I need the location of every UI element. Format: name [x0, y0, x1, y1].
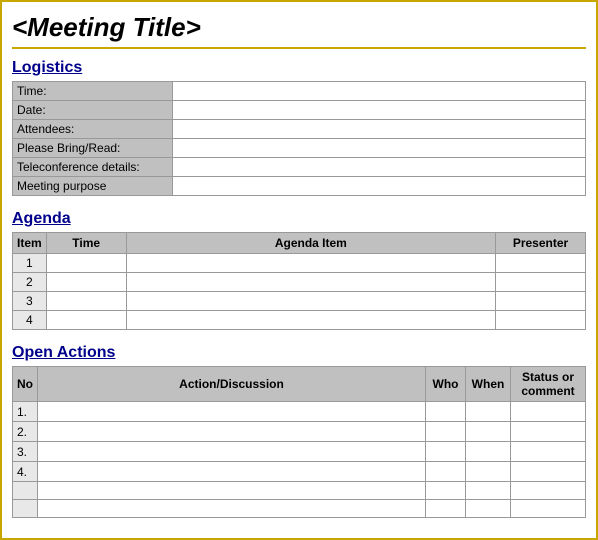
logistics-value[interactable] [173, 120, 586, 139]
agenda-time[interactable] [46, 292, 126, 311]
action-when[interactable] [466, 402, 511, 422]
agenda-row: 1 [13, 254, 586, 273]
agenda-col-time: Time [46, 233, 126, 254]
logistics-section-title: Logistics [12, 59, 586, 77]
actions-row: 1. [13, 402, 586, 422]
agenda-time[interactable] [46, 254, 126, 273]
action-when[interactable] [466, 422, 511, 442]
agenda-item-text[interactable] [126, 311, 495, 330]
logistics-label: Attendees: [13, 120, 173, 139]
agenda-row: 3 [13, 292, 586, 311]
action-text[interactable] [38, 482, 426, 500]
agenda-time[interactable] [46, 273, 126, 292]
actions-row: 4. [13, 462, 586, 482]
agenda-presenter[interactable] [496, 311, 586, 330]
action-text[interactable] [38, 422, 426, 442]
actions-row: 3. [13, 442, 586, 462]
action-who[interactable] [426, 500, 466, 518]
actions-col-no: No [13, 367, 38, 402]
action-status[interactable] [511, 500, 586, 518]
action-no: 2. [13, 422, 38, 442]
agenda-row: 4 [13, 311, 586, 330]
logistics-table: Time: Date: Attendees: Please Bring/Read… [12, 81, 586, 196]
agenda-item-text[interactable] [126, 292, 495, 311]
agenda-presenter[interactable] [496, 292, 586, 311]
action-text[interactable] [38, 462, 426, 482]
logistics-label: Time: [13, 82, 173, 101]
action-status[interactable] [511, 422, 586, 442]
action-text[interactable] [38, 442, 426, 462]
agenda-item-num: 4 [13, 311, 47, 330]
action-status[interactable] [511, 442, 586, 462]
action-no [13, 500, 38, 518]
agenda-row: 2 [13, 273, 586, 292]
logistics-row: Time: [13, 82, 586, 101]
logistics-label: Meeting purpose [13, 177, 173, 196]
action-who[interactable] [426, 482, 466, 500]
actions-row [13, 500, 586, 518]
action-text[interactable] [38, 500, 426, 518]
agenda-table: Item Time Agenda Item Presenter 1 2 3 4 [12, 232, 586, 330]
logistics-row: Teleconference details: [13, 158, 586, 177]
logistics-label: Date: [13, 101, 173, 120]
action-who[interactable] [426, 402, 466, 422]
action-no: 1. [13, 402, 38, 422]
logistics-row: Attendees: [13, 120, 586, 139]
logistics-value[interactable] [173, 101, 586, 120]
action-when[interactable] [466, 462, 511, 482]
agenda-time[interactable] [46, 311, 126, 330]
agenda-presenter[interactable] [496, 254, 586, 273]
action-when[interactable] [466, 442, 511, 462]
action-text[interactable] [38, 402, 426, 422]
actions-row: 2. [13, 422, 586, 442]
action-status[interactable] [511, 402, 586, 422]
open-actions-section-title: Open Actions [12, 344, 586, 362]
action-who[interactable] [426, 462, 466, 482]
agenda-item-num: 1 [13, 254, 47, 273]
action-who[interactable] [426, 422, 466, 442]
actions-row [13, 482, 586, 500]
agenda-col-agenda-item: Agenda Item [126, 233, 495, 254]
actions-col-who: Who [426, 367, 466, 402]
action-no: 3. [13, 442, 38, 462]
agenda-item-num: 2 [13, 273, 47, 292]
actions-table: No Action/Discussion Who When Status or … [12, 366, 586, 518]
agenda-col-item: Item [13, 233, 47, 254]
logistics-value[interactable] [173, 139, 586, 158]
actions-col-status: Status or comment [511, 367, 586, 402]
logistics-value[interactable] [173, 177, 586, 196]
action-who[interactable] [426, 442, 466, 462]
actions-col-when: When [466, 367, 511, 402]
agenda-presenter[interactable] [496, 273, 586, 292]
page-title: <Meeting Title> [12, 12, 586, 49]
action-status[interactable] [511, 462, 586, 482]
action-no [13, 482, 38, 500]
agenda-item-text[interactable] [126, 254, 495, 273]
action-status[interactable] [511, 482, 586, 500]
action-no: 4. [13, 462, 38, 482]
logistics-label: Please Bring/Read: [13, 139, 173, 158]
actions-col-action: Action/Discussion [38, 367, 426, 402]
logistics-row: Meeting purpose [13, 177, 586, 196]
action-when[interactable] [466, 500, 511, 518]
logistics-label: Teleconference details: [13, 158, 173, 177]
logistics-row: Please Bring/Read: [13, 139, 586, 158]
logistics-row: Date: [13, 101, 586, 120]
agenda-section-title: Agenda [12, 210, 586, 228]
agenda-item-num: 3 [13, 292, 47, 311]
agenda-col-presenter: Presenter [496, 233, 586, 254]
action-when[interactable] [466, 482, 511, 500]
logistics-value[interactable] [173, 82, 586, 101]
agenda-item-text[interactable] [126, 273, 495, 292]
logistics-value[interactable] [173, 158, 586, 177]
